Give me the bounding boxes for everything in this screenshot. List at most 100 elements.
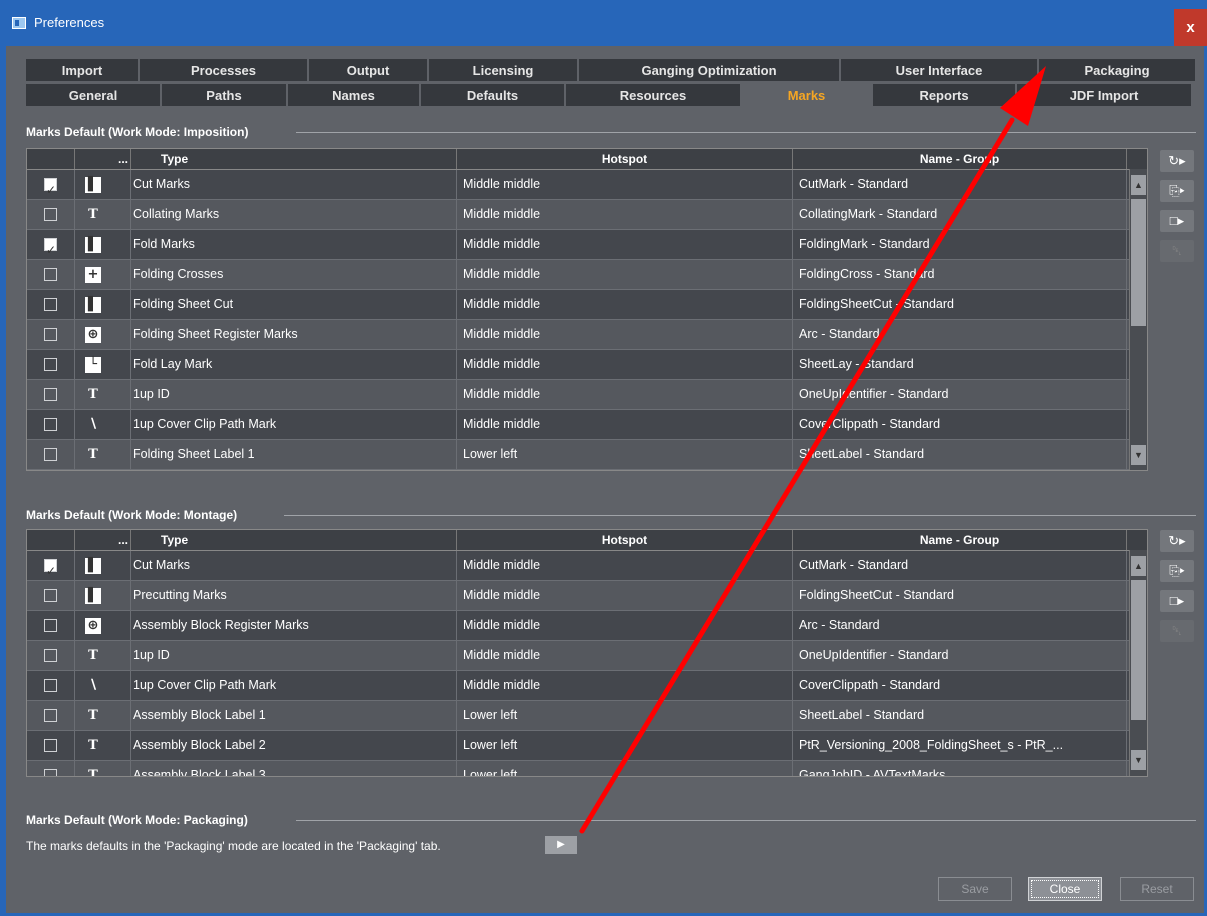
tab-marks[interactable]: Marks — [742, 84, 873, 106]
enable-checkbox[interactable] — [44, 589, 57, 603]
refresh-marks-button[interactable]: ↻▸ — [1160, 150, 1194, 172]
tab-general[interactable]: General — [26, 84, 162, 106]
enable-checkbox[interactable] — [44, 769, 57, 776]
fold-mark-icon: ▌ — [85, 236, 101, 253]
tab-names[interactable]: Names — [288, 84, 421, 106]
table-row[interactable]: T Collating Marks Middle middle CollatingMa… — [27, 200, 1147, 230]
delete-mark-button[interactable]: ␡ — [1160, 240, 1194, 262]
header-hotspot[interactable]: Hotspot — [457, 530, 793, 550]
tab-jdf-import[interactable]: JDF Import — [1017, 84, 1193, 106]
imposition-scrollbar[interactable]: ▲ ▼ — [1129, 169, 1147, 470]
scroll-up-icon[interactable]: ▲ — [1131, 556, 1146, 576]
tab-defaults[interactable]: Defaults — [421, 84, 566, 106]
delete-mark-button[interactable]: ␡ — [1160, 620, 1194, 642]
page-marks-button[interactable]: □▸ — [1160, 590, 1194, 612]
refresh-marks-button[interactable]: ↻▸ — [1160, 530, 1194, 552]
text-mark-icon: T — [88, 707, 98, 723]
table-row[interactable]: └ Fold Lay Mark Middle middle SheetLay - St… — [27, 350, 1147, 380]
table-row[interactable]: ⊕ Folding Sheet Register Marks Middle midd… — [27, 320, 1147, 350]
enable-checkbox[interactable] — [44, 679, 57, 693]
table-row[interactable]: T Assembly Block Label 2 Lower left PtR_Ver… — [27, 731, 1147, 761]
row-checkbox-cell — [27, 440, 75, 469]
tab-resources[interactable]: Resources — [566, 84, 742, 106]
table-row[interactable]: T Assembly Block Label 3 Lower left GangJob… — [27, 761, 1147, 776]
table-row[interactable]: ▌ Fold MarksMiddle middleFoldingMark - St… — [27, 230, 1147, 260]
table-row[interactable]: ▌ Cut MarksMiddle middleCutMark - Standar… — [27, 551, 1147, 581]
imposition-marks-table: ... Type Hotspot Name - Group ▌ Cut Marks… — [26, 148, 1148, 471]
table-row[interactable]: ▌ Precutting Marks Middle middle FoldingShe… — [27, 581, 1147, 611]
table-row[interactable]: ▌ Cut MarksMiddle middleCutMark - Standar… — [27, 170, 1147, 200]
save-button[interactable]: Save — [938, 877, 1012, 901]
enable-checkbox[interactable] — [44, 557, 57, 580]
table-row[interactable]: T 1up ID Middle middle OneUpIdentifier - St… — [27, 380, 1147, 410]
enable-checkbox[interactable] — [44, 709, 57, 723]
header-type[interactable]: Type — [131, 149, 457, 169]
row-checkbox-cell — [27, 380, 75, 409]
page-marks-button[interactable]: □▸ — [1160, 210, 1194, 232]
close-button[interactable]: Close — [1028, 877, 1102, 901]
header-type[interactable]: Type — [131, 530, 457, 550]
row-checkbox-cell — [27, 350, 75, 379]
mark-name-group: Arc - Standard — [793, 611, 1127, 640]
enable-checkbox[interactable] — [44, 268, 57, 282]
goto-packaging-tab-button[interactable]: ▶ — [545, 836, 577, 854]
header-menu[interactable]: ... — [75, 149, 131, 169]
enable-checkbox[interactable] — [44, 176, 57, 199]
table-row[interactable]: ⊕ Assembly Block Register Marks Middle mid… — [27, 611, 1147, 641]
mark-name-group: FoldingCross - Standard — [793, 260, 1127, 289]
table-row[interactable]: T Folding Sheet Label 1 Lower left SheetLab… — [27, 440, 1147, 470]
enable-checkbox[interactable] — [44, 298, 57, 312]
mark-name-group: CoverClippath - Standard — [793, 671, 1127, 700]
precut-mark-icon: ▌ — [85, 587, 101, 604]
text-mark-icon: T — [88, 737, 98, 753]
tab-processes[interactable]: Processes — [140, 59, 309, 81]
tab-output[interactable]: Output — [309, 59, 429, 81]
enable-checkbox[interactable] — [44, 739, 57, 753]
enable-checkbox[interactable] — [44, 328, 57, 342]
tab-user-interface[interactable]: User Interface — [841, 59, 1039, 81]
tab-paths[interactable]: Paths — [162, 84, 288, 106]
reset-button[interactable]: Reset — [1120, 877, 1194, 901]
row-checkbox-cell — [27, 290, 75, 319]
table-row[interactable]: T 1up ID Middle middle OneUpIdentifier - St… — [27, 641, 1147, 671]
table-row[interactable]: T Assembly Block Label 1 Lower left SheetLa… — [27, 701, 1147, 731]
montage-scrollbar[interactable]: ▲ ▼ — [1129, 550, 1147, 776]
tab-packaging[interactable]: Packaging — [1039, 59, 1197, 81]
enable-checkbox[interactable] — [44, 358, 57, 372]
scroll-down-icon[interactable]: ▼ — [1131, 445, 1146, 465]
tab-reports[interactable]: Reports — [873, 84, 1017, 106]
table-row[interactable]: ∖ 1up Cover Clip Path Mark Middle middle Co… — [27, 410, 1147, 440]
enable-checkbox[interactable] — [44, 448, 57, 462]
header-menu[interactable]: ... — [75, 530, 131, 550]
row-checkbox-cell — [27, 611, 75, 640]
enable-checkbox[interactable] — [44, 418, 57, 432]
close-window-button[interactable]: x — [1174, 9, 1207, 46]
enable-checkbox[interactable] — [44, 236, 57, 259]
header-hotspot[interactable]: Hotspot — [457, 149, 793, 169]
scroll-up-icon[interactable]: ▲ — [1131, 175, 1146, 195]
scroll-down-icon[interactable]: ▼ — [1131, 750, 1146, 770]
enable-checkbox[interactable] — [44, 619, 57, 633]
enable-checkbox[interactable] — [44, 388, 57, 402]
table-header: ... Type Hotspot Name - Group — [27, 149, 1147, 170]
table-row[interactable]: ▌ Folding Sheet Cut Middle middle FoldingSh… — [27, 290, 1147, 320]
scroll-thumb[interactable] — [1131, 580, 1146, 720]
table-row[interactable]: ∖ 1up Cover Clip Path Mark Middle middle Co… — [27, 671, 1147, 701]
import-marks-button[interactable]: ⎘▸ — [1160, 180, 1194, 202]
row-icon-cell: ▌ — [75, 170, 131, 199]
enable-checkbox[interactable] — [44, 649, 57, 663]
imposition-rows: ▌Cut MarksMiddle middleCutMark - Standar… — [27, 170, 1147, 470]
tab-ganging-optimization[interactable]: Ganging Optimization — [579, 59, 841, 81]
row-icon-cell: ▌ — [75, 551, 131, 580]
tab-licensing[interactable]: Licensing — [429, 59, 579, 81]
enable-checkbox[interactable] — [44, 208, 57, 222]
mark-type: Precutting Marks — [131, 581, 457, 610]
header-name-group[interactable]: Name - Group — [793, 530, 1127, 550]
tab-import[interactable]: Import — [26, 59, 140, 81]
text-mark-icon: T — [88, 446, 98, 462]
header-name-group[interactable]: Name - Group — [793, 149, 1127, 169]
mark-type: 1up Cover Clip Path Mark — [131, 671, 457, 700]
scroll-thumb[interactable] — [1131, 199, 1146, 326]
table-row[interactable]: + Folding Crosses Middle middle FoldingCros… — [27, 260, 1147, 290]
import-marks-button[interactable]: ⎘▸ — [1160, 560, 1194, 582]
